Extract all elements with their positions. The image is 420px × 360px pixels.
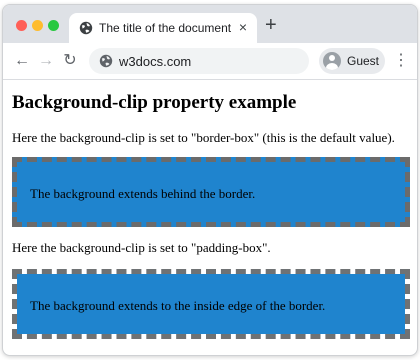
minimize-window-button[interactable] xyxy=(32,20,43,31)
page-content: Background-clip property example Here th… xyxy=(3,80,417,355)
padding-box-example: The background extends to the inside edg… xyxy=(12,269,410,339)
border-box-example: The background extends behind the border… xyxy=(12,157,410,227)
tab-active[interactable]: The title of the document × xyxy=(69,13,257,43)
browser-toolbar: ← → ↻ w3docs.com Guest ⋮ xyxy=(3,43,417,80)
reload-icon[interactable]: ↻ xyxy=(61,52,79,70)
address-bar[interactable]: w3docs.com xyxy=(89,48,309,74)
globe-icon xyxy=(99,54,113,68)
page-title: Background-clip property example xyxy=(12,92,297,113)
tab-title: The title of the document xyxy=(99,21,232,35)
close-icon[interactable]: × xyxy=(239,19,247,35)
browser-window: The title of the document × + ← → ↻ w3do… xyxy=(2,4,418,356)
example-box-text: The background extends to the inside edg… xyxy=(30,298,326,313)
example-box-text: The background extends behind the border… xyxy=(30,186,256,201)
close-window-button[interactable] xyxy=(16,20,27,31)
forward-arrow-icon[interactable]: → xyxy=(37,52,55,70)
back-arrow-icon[interactable]: ← xyxy=(13,52,31,70)
example-description: Here the background-clip is set to "padd… xyxy=(12,240,271,255)
more-menu-icon[interactable]: ⋮ xyxy=(393,51,409,71)
profile-name: Guest xyxy=(347,54,380,68)
tab-strip: The title of the document × + xyxy=(3,5,417,43)
profile-button[interactable]: Guest xyxy=(319,48,385,74)
avatar-icon xyxy=(323,52,341,70)
maximize-window-button[interactable] xyxy=(48,20,59,31)
url-text[interactable]: w3docs.com xyxy=(119,54,191,69)
example-description: Here the background-clip is set to "bord… xyxy=(12,130,395,145)
new-tab-button[interactable]: + xyxy=(265,15,277,35)
globe-icon xyxy=(79,21,93,35)
